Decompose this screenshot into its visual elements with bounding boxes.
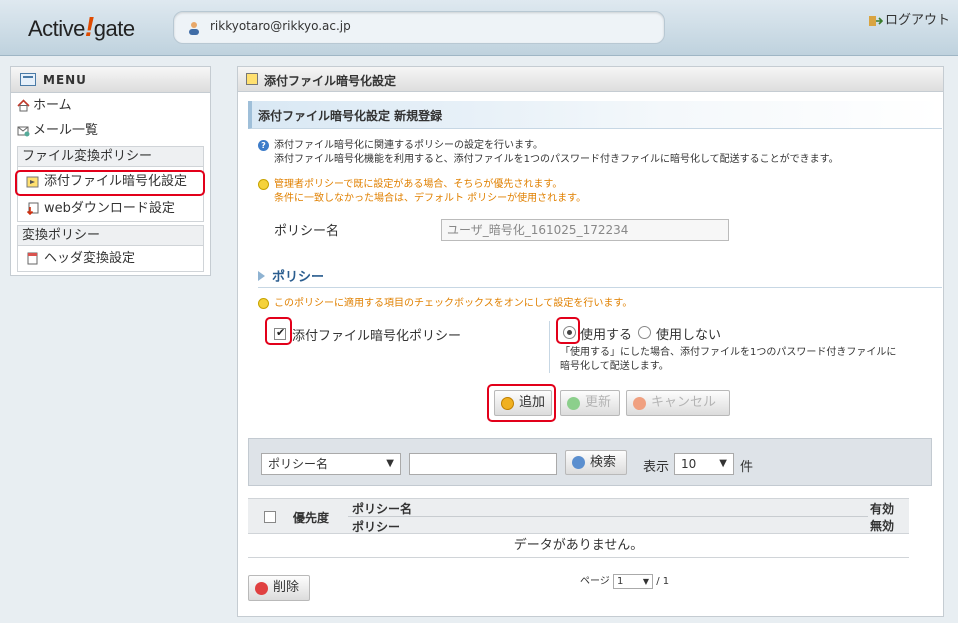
col-enabled: 有効 — [870, 502, 895, 516]
search-field-select[interactable]: ポリシー名 ▼ — [261, 453, 401, 475]
search-icon — [572, 456, 585, 469]
page-title: 添付ファイル暗号化設定 — [264, 74, 397, 88]
use-radio-group: 使用する 使用しない 「使用する」にした場合、添付ファイルを1つのパスワード付き… — [560, 324, 923, 374]
page-select[interactable]: 1 ▼ — [613, 573, 653, 589]
info-message: ? 添付ファイル暗号化に関連するポリシーの設定を行います。 添付ファイル暗号化機… — [258, 139, 839, 167]
help-icon: ? — [258, 140, 269, 151]
search-input[interactable] — [409, 453, 557, 475]
sidebar-item-home[interactable]: ホーム — [11, 93, 210, 118]
download-icon — [26, 202, 39, 215]
user-icon — [189, 22, 199, 35]
highlight-radio — [556, 317, 580, 344]
table-header: 優先度 ポリシー名 ポリシー 有効 無効 — [248, 498, 909, 534]
highlight-add-button — [487, 384, 556, 422]
home-icon — [17, 99, 30, 112]
cancel-icon — [633, 397, 646, 410]
sidebar-item-header-conversion[interactable]: ヘッダ変換設定 — [18, 246, 203, 271]
group-title: 変換ポリシー — [18, 226, 203, 246]
col-priority: 優先度 — [293, 511, 330, 525]
lightbulb-icon — [258, 179, 269, 190]
section-title: 添付ファイル暗号化設定 新規登録 — [248, 101, 942, 129]
top-bar: Active!gate rikkyotaro@rikkyo.ac.jp ログアウ… — [0, 0, 958, 56]
mail-list-icon — [17, 126, 30, 137]
encrypt-policy-row: 添付ファイル暗号化ポリシー — [274, 325, 574, 345]
policy-section-header[interactable]: ポリシー — [258, 266, 942, 288]
header-icon — [27, 252, 38, 265]
encrypt-policy-label: 添付ファイル暗号化ポリシー — [292, 329, 462, 344]
highlight-checkbox — [265, 317, 292, 345]
user-box: rikkyotaro@rikkyo.ac.jp — [173, 11, 665, 44]
menu-title: MENU — [43, 73, 87, 87]
cancel-button[interactable]: キャンセル — [626, 390, 730, 416]
nouse-radio[interactable] — [638, 326, 651, 339]
policy-name-input[interactable]: ユーザ_暗号化_161025_172234 — [441, 219, 729, 241]
settings-page-icon — [246, 73, 258, 85]
menu-icon — [20, 73, 36, 86]
logout-link[interactable]: ログアウト — [868, 9, 950, 28]
search-button[interactable]: 検索 — [565, 450, 627, 475]
page-total: / 1 — [656, 576, 670, 587]
check-icon — [567, 397, 580, 410]
lightbulb-icon — [258, 298, 269, 309]
policy-name-label: ポリシー名 — [274, 224, 340, 239]
search-bar: ポリシー名 ▼ 検索 表示 10 ▼ 件 — [248, 438, 932, 486]
sidebar-item-web-download[interactable]: webダウンロード設定 — [18, 196, 203, 221]
app-logo: Active!gate — [28, 11, 135, 42]
use-description: 「使用する」にした場合、添付ファイルを1つのパスワード付きファイルに 暗号化して… — [560, 347, 897, 372]
main-panel: 添付ファイル暗号化設定 添付ファイル暗号化設定 新規登録 ? 添付ファイル暗号化… — [237, 66, 944, 617]
warning-message: 管理者ポリシーで既に設定がある場合、そちらが優先されます。 条件に一致しなかった… — [258, 178, 586, 206]
menu-header: MENU — [11, 67, 210, 93]
logout-icon — [868, 15, 883, 26]
group-title: ファイル変換ポリシー — [18, 147, 203, 167]
group-conversion: 変換ポリシー ヘッダ変換設定 — [17, 225, 204, 272]
col-policy-name: ポリシー名 — [352, 502, 413, 516]
use-label: 使用する — [580, 328, 633, 343]
vertical-divider — [549, 321, 550, 373]
sidebar-item-mail-list[interactable]: メール一覧 — [11, 118, 210, 143]
policy-hint: このポリシーに適用する項目のチェックボックスをオンにして設定を行います。 — [258, 297, 632, 311]
chevron-down-icon: ▼ — [719, 458, 727, 469]
user-email: rikkyotaro@rikkyo.ac.jp — [210, 19, 351, 33]
expand-triangle-icon — [258, 271, 265, 281]
delete-icon — [255, 582, 268, 595]
per-page-select[interactable]: 10 ▼ — [674, 453, 734, 475]
chevron-down-icon: ▼ — [642, 576, 649, 586]
nouse-label: 使用しない — [656, 328, 722, 343]
delete-button[interactable]: 削除 — [248, 575, 310, 601]
pagination: ページ 1 ▼ / 1 — [580, 572, 669, 589]
highlight-sidebar-item — [15, 170, 205, 196]
chevron-down-icon: ▼ — [386, 458, 394, 469]
update-button[interactable]: 更新 — [560, 390, 620, 416]
col-policy: ポリシー — [352, 520, 401, 534]
select-all-checkbox[interactable] — [264, 511, 276, 523]
empty-message: データがありません。 — [248, 534, 909, 558]
display-label: 表示 — [643, 460, 670, 475]
panel-header: 添付ファイル暗号化設定 — [238, 67, 943, 92]
col-disabled: 無効 — [870, 519, 895, 533]
header-divider — [348, 516, 868, 517]
page-label: ページ — [580, 576, 610, 587]
unit-label: 件 — [740, 460, 754, 475]
